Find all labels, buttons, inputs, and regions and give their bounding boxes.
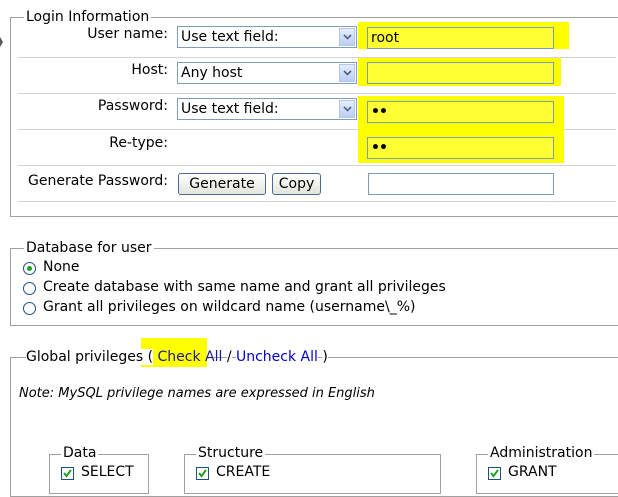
create-checkbox[interactable] <box>196 467 209 480</box>
structure-group-legend: Structure <box>196 445 266 461</box>
copy-button[interactable]: Copy <box>272 173 321 195</box>
database-for-user-legend: Database for user <box>24 240 154 256</box>
host-mode-select[interactable]: Any host <box>177 62 357 84</box>
option-grant-wildcard-label: Grant all privileges on wildcard name (u… <box>43 299 416 315</box>
radio-create-database[interactable] <box>23 282 36 295</box>
host-label: Host: <box>131 62 168 78</box>
legend-close-paren: ) <box>322 349 328 365</box>
generated-password-input[interactable] <box>368 173 554 195</box>
chevron-down-icon <box>339 28 355 46</box>
select-label: SELECT <box>81 464 134 480</box>
generate-password-label: Generate Password: <box>28 173 168 189</box>
host-mode-value: Any host <box>181 65 243 81</box>
data-group-legend: Data <box>61 445 99 461</box>
create-label: CREATE <box>216 464 271 480</box>
username-mode-value: Use text field: <box>181 29 279 45</box>
username-input[interactable]: root <box>367 27 554 49</box>
option-create-database-label: Create database with same name and grant… <box>43 279 446 295</box>
host-input[interactable] <box>367 62 554 84</box>
cursor-icon <box>0 37 4 53</box>
option-none-label: None <box>43 259 80 275</box>
username-label: User name: <box>87 26 168 42</box>
password-label: Password: <box>97 98 168 114</box>
login-information-legend: Login Information <box>24 9 152 25</box>
select-checkbox[interactable] <box>61 467 74 480</box>
retype-input[interactable]: •• <box>367 137 554 159</box>
administration-group-legend: Administration <box>488 445 595 461</box>
generate-button[interactable]: Generate <box>178 173 266 195</box>
check-all-link[interactable]: Check All <box>157 349 222 365</box>
radio-grant-wildcard[interactable] <box>23 302 36 315</box>
global-privileges-title: Global privileges ( <box>26 349 154 365</box>
radio-none[interactable] <box>23 262 36 275</box>
password-mode-select[interactable]: Use text field: <box>177 98 357 120</box>
chevron-down-icon <box>339 64 355 82</box>
password-input[interactable]: •• <box>367 101 554 123</box>
username-mode-select[interactable]: Use text field: <box>177 26 357 48</box>
password-mode-value: Use text field: <box>181 101 279 117</box>
global-privileges-legend: Global privileges ( Check All / Uncheck … <box>24 349 330 365</box>
grant-label: GRANT <box>508 464 557 480</box>
privilege-note: Note: MySQL privilege names are expresse… <box>19 386 375 401</box>
retype-label: Re-type: <box>109 135 168 151</box>
uncheck-all-link[interactable]: Uncheck All <box>235 349 318 365</box>
grant-checkbox[interactable] <box>488 467 501 480</box>
separator: / <box>226 349 232 365</box>
chevron-down-icon <box>339 100 355 118</box>
